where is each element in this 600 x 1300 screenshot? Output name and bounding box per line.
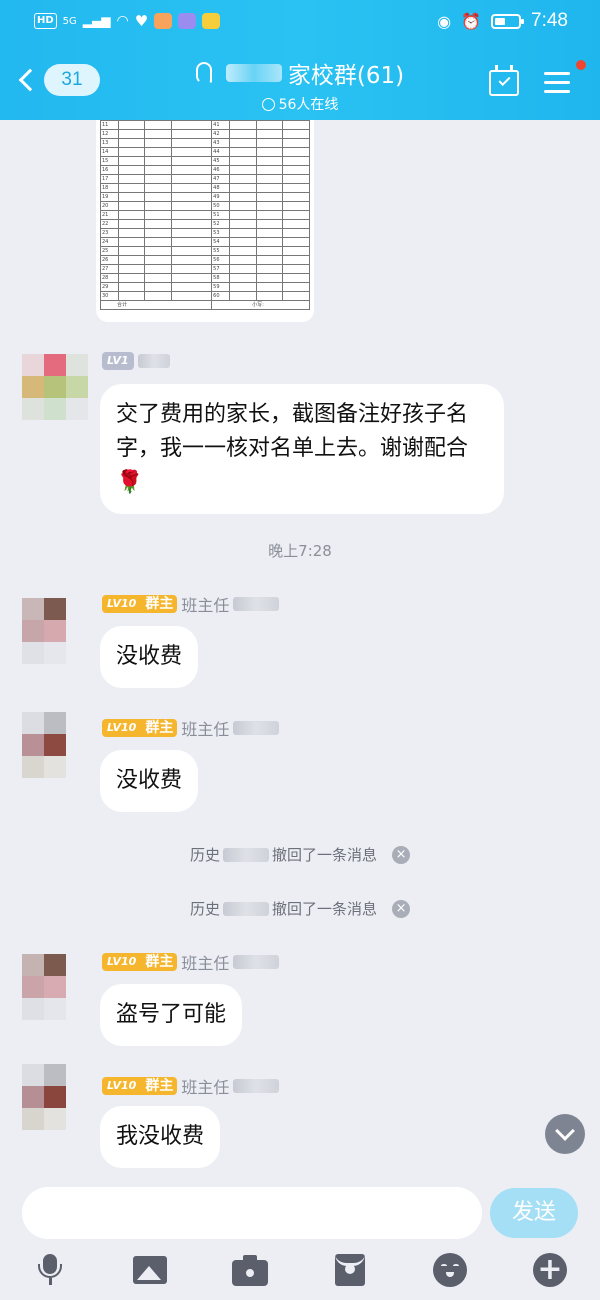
spreadsheet-row: 21 51 [100,210,310,220]
close-icon[interactable]: × [392,899,411,918]
signal-bars-icon: ▂▄▆ [82,14,111,28]
status-bar: HD 5G ▂▄▆ ◠ ♥ ◉ ⏰ 7:48 [0,0,600,44]
message-text: 我没收费 [116,1124,205,1149]
spreadsheet-row: 17 47 [100,174,310,184]
level-badge: LV10 [102,719,142,737]
spreadsheet-row: 24 54 [100,237,310,247]
chat-header: HD 5G ▂▄▆ ◠ ♥ ◉ ⏰ 7:48 31 家校群(61) 56人在线 [0,0,600,120]
emoji-icon[interactable] [432,1252,468,1288]
blurred-group-name [225,64,282,82]
spreadsheet-row: 15 45 [100,156,310,166]
message-input[interactable] [22,1187,482,1239]
group-title: 家校群(61) [287,63,405,89]
message-bubble[interactable]: 我没收费 [100,1106,221,1168]
spreadsheet-row: 22 52 [100,219,310,229]
spreadsheet-row: 18 48 [100,183,310,193]
online-status-icon [261,97,275,111]
level-badge: LV1 [102,352,134,370]
menu-icon[interactable] [544,72,570,94]
sender-name: 班主任 [181,596,230,615]
spreadsheet-footer: 合计 小写: [99,300,310,310]
blurred-sender-name [137,354,170,368]
level-badge: LV10 [102,1077,142,1095]
mic-icon[interactable] [32,1252,68,1288]
graduation-app-icon [178,13,197,29]
alarm-icon: ⏰ [461,11,482,31]
spreadsheet-row: 29 59 [100,282,310,292]
spreadsheet-row: 16 46 [100,165,310,175]
ear-icon [195,62,212,84]
image-icon[interactable] [132,1252,168,1288]
send-button[interactable]: 发送 [490,1188,578,1238]
blurred-sender-name [233,955,280,969]
avatar[interactable] [22,354,88,420]
eye-icon: ◉ [437,11,452,31]
owner-badge: 群主 [141,595,178,613]
sender-name: 班主任 [181,1078,230,1097]
cartoon-app-icon [202,13,221,29]
wifi-icon: ◠ [116,13,129,29]
close-icon[interactable]: × [392,845,411,864]
avatar[interactable] [22,598,88,664]
spreadsheet-row: 28 58 [100,273,310,283]
spreadsheet-table: 11 41 12 42 13 43 14 44 15 45 16 46 17 47 18 48 19 49 20 50… [99,120,310,310]
avatar[interactable] [22,1064,88,1130]
spreadsheet-row: 20 50 [100,201,310,211]
message-text: 盗号了可能 [116,1002,227,1027]
message-bubble[interactable]: 交了费用的家长，截图备注好孩子名字，我一一核对名单上去。谢谢配合🌹 [100,384,504,514]
message-bubble[interactable]: 盗号了可能 [100,984,243,1046]
spreadsheet-row: 14 44 [100,147,310,157]
blurred-sender-name [233,721,280,735]
online-count: 56人在线 [278,97,339,113]
blurred-sender-name [233,597,280,611]
sender-name: 班主任 [181,720,230,739]
owner-badge: 群主 [141,1077,178,1095]
camera-icon[interactable] [232,1252,268,1288]
spreadsheet-row: 27 57 [100,264,310,274]
spreadsheet-row: 26 56 [100,255,310,265]
recall-notice: 历史 撤回了一条消息 × [0,844,600,865]
blurred-name [223,847,269,862]
spreadsheet-image[interactable]: 11 41 12 42 13 43 14 44 15 45 16 46 17 47 18 48 19 49 20 50… [96,120,314,322]
spreadsheet-row: 23 53 [100,228,310,238]
spreadsheet-row: 30 60 [100,291,310,301]
signal-label: 5G [62,15,77,27]
level-badge: LV10 [102,595,142,613]
message-bubble[interactable]: 没收费 [100,626,199,688]
chevron-down-icon[interactable] [545,1114,585,1154]
clock: 7:48 [531,10,568,31]
owner-badge: 群主 [141,719,178,737]
spreadsheet-row: 12 42 [100,129,310,139]
red-packet-icon[interactable] [332,1252,368,1288]
owner-badge: 群主 [141,953,178,971]
chat-messages[interactable]: 11 41 12 42 13 43 14 44 15 45 16 46 17 47 18 48 19 49 20 50… [0,120,600,1180]
sender-name: 班主任 [181,954,230,973]
message-text: 交了费用的家长，截图备注好孩子名字，我一一核对名单上去。谢谢配合🌹 [116,402,469,495]
heart-app-icon: ♥ [134,12,149,30]
recall-notice: 历史 撤回了一条消息 × [0,898,600,919]
level-badge: LV10 [102,953,142,971]
message-text: 没收费 [116,768,183,793]
app-notification-icon [154,13,173,29]
input-bar: 发送 + [0,1180,600,1300]
spreadsheet-row: 13 43 [100,138,310,148]
time-divider: 晚上7:28 [268,542,332,560]
spreadsheet-row: 11 41 [100,120,310,130]
battery-icon [491,13,525,29]
avatar[interactable] [22,954,88,1020]
message-bubble[interactable]: 没收费 [100,750,199,812]
message-text: 没收费 [116,644,183,669]
blurred-name [223,901,269,916]
spreadsheet-row: 19 49 [100,192,310,202]
hd-indicator: HD [34,13,57,29]
spreadsheet-row: 25 55 [100,246,310,256]
blurred-sender-name [233,1079,280,1093]
plus-icon[interactable]: + [532,1252,568,1288]
calendar-check-icon[interactable] [489,65,519,96]
avatar[interactable] [22,712,88,778]
notification-dot [576,60,586,70]
